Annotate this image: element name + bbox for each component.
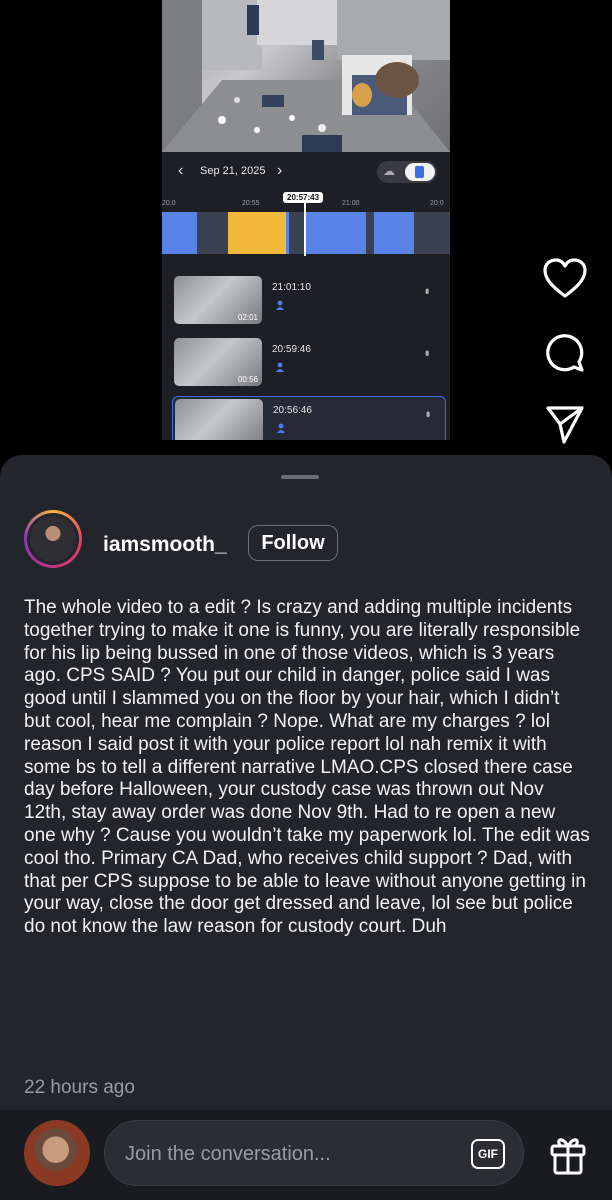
ruler-tick-label: 20:0 [430,200,444,207]
date-navigator: ‹ Sep 21, 2025 › ☁ [162,158,450,186]
storage-toggle[interactable]: ☁ [377,161,437,183]
comments-sheet: iamsmooth_ Follow The whole video to a e… [0,455,612,1200]
cloud-icon: ☁ [383,164,395,178]
camera-feed-image [162,0,450,152]
more-options-icon[interactable]: ••• [420,288,434,292]
timeline-segment-motion [374,212,414,254]
event-clip[interactable]: 02:01 21:01:10 ••• [172,274,444,326]
comment-composer: GIF [0,1110,612,1200]
video-post[interactable]: ‹ Sep 21, 2025 › ☁ 20:0 20:55 21:00 20:0… [0,0,612,455]
more-options-icon[interactable]: ••• [421,411,435,415]
clip-duration: 00:56 [237,375,258,384]
more-options-icon[interactable]: ••• [420,350,434,354]
timeline-playhead[interactable] [304,200,306,256]
ruler-tick-label: 21:00 [342,200,360,207]
timeline-segment-motion [304,212,366,254]
profile-photo [30,516,76,562]
clip-time: 20:56:46 [273,405,312,416]
event-clip-selected[interactable]: 20:56:46 ••• [172,396,446,440]
sheet-drag-handle[interactable] [281,475,319,479]
time-ruler: 20:0 20:55 21:00 20:0 20:57:43 [162,192,450,212]
clip-thumbnail: 02:01 [174,276,262,324]
comment-input-container[interactable]: GIF [104,1120,524,1187]
sd-card-icon [405,163,435,181]
comment-input[interactable] [123,1121,457,1187]
clip-thumbnail [175,399,263,440]
event-clip[interactable]: 00:56 20:59:46 ••• [172,336,444,388]
heart-icon[interactable] [542,258,592,304]
timeline-segment-person [228,212,286,254]
avatar[interactable] [24,510,82,568]
person-icon [276,362,284,372]
ruler-tick-label: 20:0 [162,200,176,207]
timeline-segment-motion [286,212,289,254]
comment-username[interactable]: iamsmooth_ [103,533,227,557]
follow-button[interactable]: Follow [248,525,338,561]
gif-button[interactable]: GIF [471,1139,505,1169]
comment-text: The whole video to a edit ? Is crazy and… [24,597,590,938]
gift-icon[interactable] [548,1132,588,1176]
date-label: Sep 21, 2025 [200,165,266,177]
clip-duration: 02:01 [237,313,258,322]
timeline-segment-motion [162,212,197,254]
clip-time: 21:01:10 [272,282,311,293]
clip-time: 20:59:46 [272,344,311,355]
person-icon [277,423,285,433]
person-icon [276,300,284,310]
chevron-right-icon[interactable]: › [277,162,282,180]
screenshot-in-video: ‹ Sep 21, 2025 › ☁ 20:0 20:55 21:00 20:0… [162,0,450,440]
ruler-tick-label: 20:55 [242,200,260,207]
user-avatar [24,1120,90,1186]
comment-icon[interactable] [542,330,592,376]
comment-timestamp: 22 hours ago [24,1077,135,1098]
chevron-left-icon[interactable]: ‹ [178,162,183,180]
event-timeline[interactable] [162,212,450,254]
clip-thumbnail: 00:56 [174,338,262,386]
share-icon[interactable] [542,404,592,450]
